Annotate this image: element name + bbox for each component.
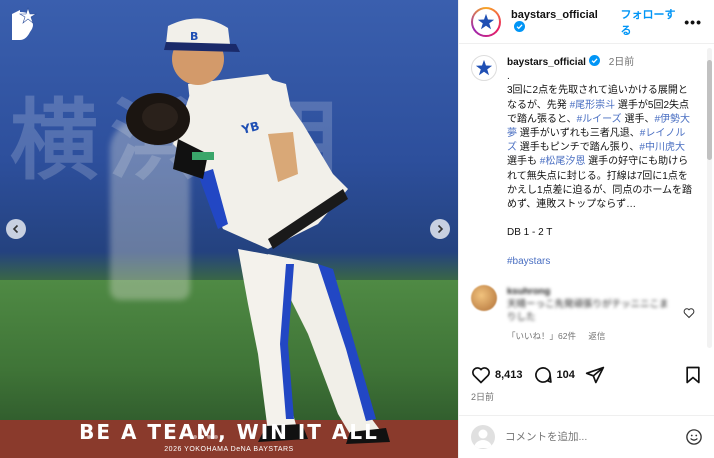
- commenter-avatar[interactable]: [471, 285, 497, 312]
- heart-icon[interactable]: [471, 365, 491, 385]
- post-photo[interactable]: 横浜 用 B YB: [0, 0, 458, 458]
- post-header: baystars_official フォローする •••: [459, 0, 714, 44]
- add-comment-bar: [459, 415, 714, 458]
- comment-bubble-icon[interactable]: [533, 365, 553, 385]
- profile-avatar[interactable]: [471, 6, 501, 37]
- scrollbar-thumb[interactable]: [707, 60, 712, 160]
- share-paper-plane-icon[interactable]: [585, 365, 605, 385]
- comments-section: baystars_official 2日前 . 3回に2点を先取されて追いかける…: [459, 45, 707, 355]
- commenter-username[interactable]: ksuhrong: [507, 285, 677, 298]
- carousel-next-button[interactable]: [430, 219, 450, 239]
- current-user-avatar: [471, 425, 495, 449]
- likes-count[interactable]: 8,413: [495, 369, 523, 381]
- hashtag-link[interactable]: #尾形崇斗: [570, 100, 616, 111]
- comment-likes-count[interactable]: 「いいね！」62件: [507, 331, 576, 341]
- slogan-text: BE A TEAM, WIN IT ALL: [79, 420, 379, 444]
- comment-reply-button[interactable]: 返信: [588, 331, 605, 341]
- verified-badge-icon: [588, 55, 600, 66]
- comment-text: 天晴ーっこ先発頑張りがテッニニこまりした: [507, 299, 669, 324]
- comments-count[interactable]: 104: [557, 369, 575, 381]
- share-action[interactable]: [585, 365, 605, 385]
- caption-line: .: [507, 71, 510, 83]
- carousel-dot: [193, 435, 197, 439]
- post-side-panel: baystars_official フォローする ••• baystars_of…: [458, 0, 714, 458]
- caption: baystars_official 2日前 . 3回に2点を先取されて追いかける…: [471, 55, 695, 269]
- bookmark-icon[interactable]: [683, 365, 703, 385]
- caption-line: 選手もピンチで踏ん張り、: [517, 142, 640, 154]
- caption-line: 選手、: [621, 113, 655, 125]
- chevron-left-icon: [12, 224, 19, 234]
- team-logo: [12, 7, 38, 40]
- post-date: 2日前: [471, 392, 495, 402]
- hashtag-link[interactable]: #中川虎大: [639, 142, 685, 153]
- carousel-dot: [214, 435, 218, 439]
- carousel-dot: [207, 435, 211, 439]
- team-star-icon: [477, 13, 495, 29]
- chevron-right-icon: [437, 224, 444, 234]
- more-options-button[interactable]: •••: [684, 14, 702, 30]
- carousel-indicator: [193, 435, 218, 439]
- post-actions: 8,413 104: [459, 362, 714, 388]
- verified-badge-icon: [514, 21, 525, 32]
- caption-text: . 3回に2点を先取されて追いかける展開となるが、先発 #尾形崇斗 選手が5回2…: [507, 70, 695, 269]
- comment-item: ksuhrong 天晴ーっこ先発頑張りがテッニニこまりした: [471, 285, 695, 324]
- comments-scrollbar[interactable]: [707, 48, 712, 348]
- baseball-player: B YB: [126, 18, 390, 444]
- caption-username[interactable]: baystars_official: [507, 57, 586, 68]
- caption-timestamp: 2日前: [608, 57, 635, 68]
- header-username[interactable]: baystars_official: [511, 9, 608, 34]
- comment-meta: 「いいね！」62件 返信: [507, 330, 695, 342]
- comment-like-icon[interactable]: [683, 307, 695, 319]
- caption-line: 選手がいずれも三者凡退、: [517, 128, 640, 140]
- comment-body: ksuhrong 天晴ーっこ先発頑張りがテッニニこまりした: [507, 285, 677, 324]
- svg-text:B: B: [190, 30, 198, 43]
- comment-input[interactable]: [505, 431, 685, 443]
- slogan-subtext: 2026 YOKOHAMA DeNA BAYSTARS: [164, 446, 294, 453]
- header-username-text[interactable]: baystars_official: [511, 9, 598, 21]
- hashtag-link[interactable]: #松尾汐恩: [540, 156, 586, 167]
- score-line: DB 1 - 2 T: [507, 227, 553, 239]
- caption-avatar[interactable]: [471, 55, 497, 81]
- hashtag-link[interactable]: #ルイーズ: [577, 114, 622, 125]
- user-avatar-icon: [474, 429, 492, 448]
- hashtag-link[interactable]: #baystars: [507, 256, 550, 267]
- carousel-dot-active: [200, 435, 204, 439]
- carousel-prev-button[interactable]: [6, 219, 26, 239]
- emoji-picker-icon[interactable]: [685, 428, 703, 446]
- comment-action[interactable]: 104: [533, 365, 575, 385]
- follow-button[interactable]: フォローする: [620, 6, 684, 38]
- team-star-icon: [475, 59, 493, 76]
- like-action[interactable]: 8,413: [471, 365, 523, 385]
